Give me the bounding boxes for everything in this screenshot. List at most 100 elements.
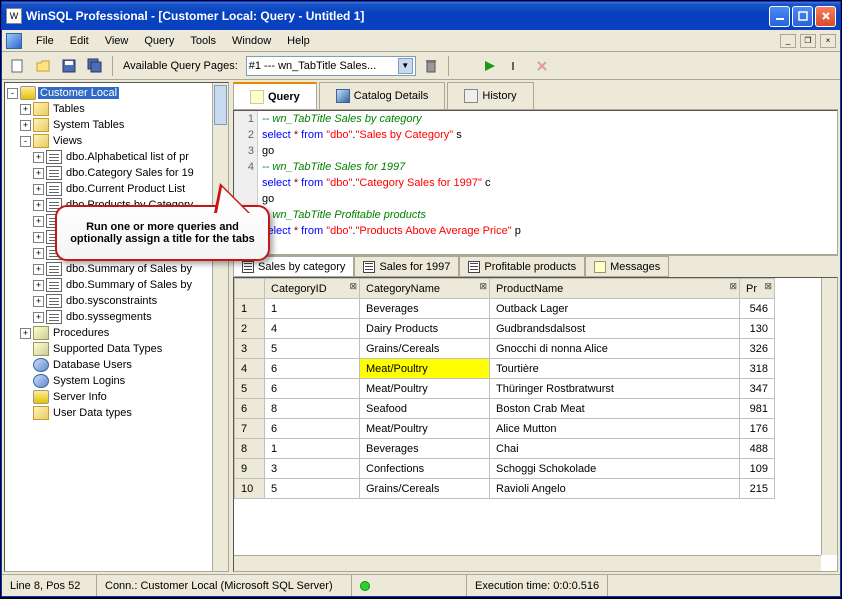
tree-toggle[interactable]: + [33,264,44,275]
minimize-button[interactable] [769,6,790,27]
tree-item[interactable]: +dbo.sysconstraints [7,293,226,309]
statusbar: Line 8, Pos 52 Conn.: Customer Local (Mi… [2,574,840,596]
tree-item[interactable]: Supported Data Types [7,341,226,357]
tree-toggle[interactable]: + [33,232,44,243]
menu-query[interactable]: Query [136,33,182,49]
run-button[interactable] [479,55,501,77]
status-exectime: Execution time: 0:0:0.516 [467,575,608,596]
status-led-icon [360,581,370,591]
table-row[interactable]: 24Dairy ProductsGudbrandsdalsost130 [235,319,775,339]
mdi-close[interactable]: × [820,34,836,48]
tree-item[interactable]: Server Info [7,389,226,405]
table-row[interactable]: 11BeveragesOutback Lager546 [235,299,775,319]
table-icon [46,262,62,276]
tree-item[interactable]: +dbo.Category Sales for 19 [7,165,226,181]
tree-item[interactable]: User Data types [7,405,226,421]
tree-toggle[interactable]: + [33,248,44,259]
tree-item[interactable]: +System Tables [7,117,226,133]
menu-help[interactable]: Help [279,33,318,49]
tree-item[interactable]: +Tables [7,101,226,117]
table-row[interactable]: 76Meat/PoultryAlice Mutton176 [235,419,775,439]
query-icon [250,90,264,104]
grid-scrollbar-v[interactable] [821,278,837,555]
table-icon [46,278,62,292]
editor-code[interactable]: -- wn_TabTitle Sales by categoryselect *… [258,111,837,254]
tree-toggle[interactable]: + [20,328,31,339]
status-connection: Conn.: Customer Local (Microsoft SQL Ser… [97,575,352,596]
tab-query[interactable]: Query [233,82,317,109]
tree-toggle[interactable]: + [33,296,44,307]
mdi-restore[interactable]: ❐ [800,34,816,48]
tree-pane: - Customer Local +Tables+System Tables-V… [4,82,229,572]
toolbar: Available Query Pages: #1 --- wn_TabTitl… [2,52,840,80]
tab-history[interactable]: History [447,82,533,109]
results-grid[interactable]: CategoryID⊠CategoryName⊠ProductName⊠Pr⊠1… [233,277,838,572]
new-button[interactable] [6,55,28,77]
titlebar[interactable]: W WinSQL Professional - [Customer Local:… [2,2,840,30]
tree-toggle[interactable]: + [20,120,31,131]
menu-file[interactable]: File [28,33,62,49]
table-row[interactable]: 35Grains/CerealsGnocchi di nonna Alice32… [235,339,775,359]
tree-item[interactable]: +dbo.Current Product List [7,181,226,197]
menu-edit[interactable]: Edit [62,33,97,49]
stop-button[interactable] [531,55,553,77]
tree-toggle[interactable]: - [7,88,18,99]
column-header[interactable]: ProductName⊠ [490,279,740,299]
catalog-icon [336,89,350,103]
tree-item[interactable]: +dbo.Summary of Sales by [7,277,226,293]
tree-toggle[interactable]: + [33,152,44,163]
tree-item[interactable]: +dbo.syssegments [7,309,226,325]
save-button[interactable] [58,55,80,77]
folder-icon [33,406,49,420]
table-row[interactable]: 68SeafoodBoston Crab Meat981 [235,399,775,419]
column-header[interactable]: CategoryName⊠ [360,279,490,299]
table-icon [46,166,62,180]
tree-item[interactable]: Database Users [7,357,226,373]
column-close-icon[interactable]: ⊠ [764,281,772,292]
delete-page-button[interactable] [420,55,442,77]
column-header[interactable]: CategoryID⊠ [265,279,360,299]
mdi-minimize[interactable]: _ [780,34,796,48]
tree-toggle[interactable]: + [20,104,31,115]
sql-editor[interactable]: 1234 -- wn_TabTitle Sales by categorysel… [233,110,838,255]
menu-tools[interactable]: Tools [182,33,224,49]
tree-toggle[interactable]: - [20,136,31,147]
tree-toggle[interactable]: + [33,184,44,195]
result-tab-profitable-products[interactable]: Profitable products [459,256,585,277]
result-tab-sales-for-1997[interactable]: Sales for 1997 [354,256,459,277]
saveall-button[interactable] [84,55,106,77]
grid-scrollbar-h[interactable] [234,555,821,571]
tree-scrollbar[interactable] [212,83,228,571]
table-row[interactable]: 105Grains/CerealsRavioli Angelo215 [235,479,775,499]
column-close-icon[interactable]: ⊠ [729,281,737,292]
tree-toggle[interactable]: + [33,168,44,179]
pages-dropdown[interactable]: #1 --- wn_TabTitle Sales... ▼ [246,56,416,76]
maximize-button[interactable] [792,6,813,27]
column-header[interactable]: Pr⊠ [740,279,775,299]
menu-view[interactable]: View [97,33,137,49]
table-row[interactable]: 81BeveragesChai488 [235,439,775,459]
result-tab-messages[interactable]: Messages [585,256,669,277]
open-button[interactable] [32,55,54,77]
tab-catalog-details[interactable]: Catalog Details [319,82,446,109]
table-row[interactable]: 93ConfectionsSchoggi Schokolade109 [235,459,775,479]
column-close-icon[interactable]: ⊠ [349,281,357,292]
column-close-icon[interactable]: ⊠ [479,281,487,292]
tree-item[interactable]: -Views [7,133,226,149]
table-row[interactable]: 46Meat/PoultryTourtière318 [235,359,775,379]
proc-icon [33,326,49,340]
tree-toggle[interactable]: + [33,280,44,291]
tree-toggle[interactable]: + [33,216,44,227]
folder-icon [33,134,49,148]
tree-item[interactable]: System Logins [7,373,226,389]
run-step-button[interactable] [505,55,527,77]
menu-window[interactable]: Window [224,33,279,49]
close-button[interactable] [815,6,836,27]
tree-item[interactable]: +Procedures [7,325,226,341]
tree-toggle[interactable]: + [33,200,44,211]
table-row[interactable]: 56Meat/PoultryThüringer Rostbratwurst347 [235,379,775,399]
tree-item[interactable]: +dbo.Alphabetical list of pr [7,149,226,165]
tree-toggle[interactable]: + [33,312,44,323]
tree-item[interactable]: +dbo.Summary of Sales by [7,261,226,277]
tree-root[interactable]: - Customer Local [7,85,226,101]
